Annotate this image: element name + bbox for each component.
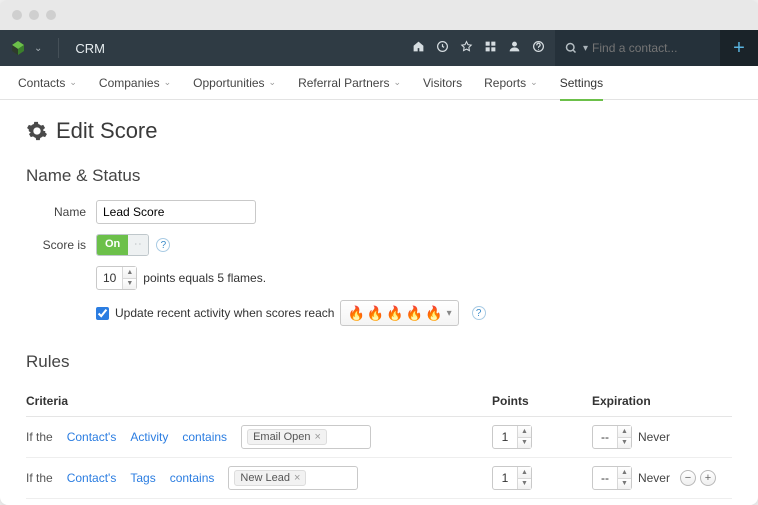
flame-icon: 🔥 bbox=[347, 306, 364, 320]
col-expiration: Expiration bbox=[592, 394, 732, 408]
rule-exp-spinner[interactable]: --▲▼ bbox=[592, 466, 632, 490]
gear-icon bbox=[26, 120, 48, 142]
score-is-label: Score is bbox=[26, 238, 96, 252]
nav-contacts[interactable]: Contacts⌄ bbox=[18, 66, 77, 100]
name-status-heading: Name & Status bbox=[26, 166, 732, 186]
remove-tag-icon[interactable]: × bbox=[294, 472, 300, 484]
window-titlebar bbox=[0, 0, 758, 30]
window-dot bbox=[29, 10, 39, 20]
name-label: Name bbox=[26, 205, 96, 219]
tag-chip: New Lead × bbox=[234, 470, 306, 486]
help-icon[interactable]: ? bbox=[472, 306, 486, 320]
toggle-on: On bbox=[97, 235, 128, 255]
rule-value-input[interactable]: Email Open × bbox=[241, 425, 371, 449]
chevron-down-icon: ⌄ bbox=[393, 77, 401, 88]
star-icon[interactable] bbox=[460, 40, 473, 56]
rule-points-spinner[interactable]: 1▲▼ bbox=[492, 466, 532, 490]
help-icon[interactable]: ? bbox=[156, 238, 170, 252]
points-equals-label: points equals 5 flames. bbox=[143, 271, 266, 285]
rule-row: If the Contact's Activity contains Email Ope… bbox=[26, 417, 732, 458]
nav-opportunities[interactable]: Opportunities⌄ bbox=[193, 66, 276, 100]
search-input[interactable] bbox=[592, 41, 702, 55]
spin-up-icon[interactable]: ▲ bbox=[618, 467, 631, 479]
flames-dropdown[interactable]: 🔥 🔥 🔥 🔥 🔥 ▾ bbox=[340, 300, 458, 326]
app-switcher-chevron-icon[interactable]: ⌄ bbox=[34, 43, 42, 54]
remove-tag-icon[interactable]: × bbox=[315, 431, 321, 443]
nav-visitors[interactable]: Visitors bbox=[423, 66, 462, 100]
add-button[interactable]: + bbox=[720, 30, 758, 66]
user-icon[interactable] bbox=[508, 40, 521, 56]
flame-icon: 🔥 bbox=[386, 306, 403, 320]
spin-down-icon[interactable]: ▼ bbox=[518, 438, 531, 449]
spin-down-icon[interactable]: ▼ bbox=[618, 438, 631, 449]
nav-settings[interactable]: Settings bbox=[560, 66, 603, 100]
update-recent-checkbox[interactable] bbox=[96, 307, 109, 320]
rule-exp-value[interactable]: -- bbox=[593, 426, 617, 448]
spin-up-icon[interactable]: ▲ bbox=[518, 467, 531, 479]
rules-heading: Rules bbox=[26, 352, 732, 372]
spin-down-icon[interactable]: ▼ bbox=[123, 279, 136, 290]
chevron-down-icon: ⌄ bbox=[164, 77, 172, 88]
chevron-down-icon: ⌄ bbox=[69, 77, 77, 88]
rule-subject-link[interactable]: Contact's bbox=[67, 430, 117, 444]
rule-points-spinner[interactable]: 1▲▼ bbox=[492, 425, 532, 449]
spin-down-icon[interactable]: ▼ bbox=[618, 479, 631, 490]
col-points: Points bbox=[492, 394, 592, 408]
spin-down-icon[interactable]: ▼ bbox=[518, 479, 531, 490]
apps-icon[interactable] bbox=[484, 40, 497, 56]
update-recent-label: Update recent activity when scores reach bbox=[115, 306, 334, 320]
flame-icon: 🔥 bbox=[425, 306, 442, 320]
divider bbox=[58, 38, 59, 58]
window-dot bbox=[12, 10, 22, 20]
points-spinner[interactable]: 10 ▲▼ bbox=[96, 266, 137, 290]
nav-companies[interactable]: Companies⌄ bbox=[99, 66, 171, 100]
window-dot bbox=[46, 10, 56, 20]
flame-icon: 🔥 bbox=[406, 306, 423, 320]
score-toggle[interactable]: On ∙∙ bbox=[96, 234, 149, 256]
toggle-off: ∙∙ bbox=[128, 235, 148, 255]
rule-operator-link[interactable]: contains bbox=[182, 430, 227, 444]
search-chevron-icon[interactable]: ▾ bbox=[583, 43, 588, 54]
rule-row: If theContact'sTagscontainsNew Lead ×1▲▼… bbox=[26, 458, 732, 499]
rule-points-value[interactable]: 1 bbox=[493, 467, 517, 489]
rule-value-input[interactable]: New Lead × bbox=[228, 466, 358, 490]
if-the-label: If the bbox=[26, 471, 53, 485]
topbar: ⌄ CRM ▾ + bbox=[0, 30, 758, 66]
nav-referral-partners[interactable]: Referral Partners⌄ bbox=[298, 66, 401, 100]
page-title: Edit Score bbox=[26, 118, 732, 144]
rule-field-link[interactable]: Activity bbox=[130, 430, 168, 444]
add-rule-button[interactable]: + bbox=[700, 470, 716, 486]
rule-exp-spinner[interactable]: --▲▼ bbox=[592, 425, 632, 449]
help-icon[interactable] bbox=[532, 40, 545, 56]
app-title: CRM bbox=[75, 41, 105, 56]
chevron-down-icon: ⌄ bbox=[530, 77, 538, 88]
rule-subject-link[interactable]: Contact's bbox=[67, 471, 117, 485]
app-logo-icon[interactable] bbox=[10, 40, 26, 56]
name-input[interactable] bbox=[96, 200, 256, 224]
nav-reports[interactable]: Reports⌄ bbox=[484, 66, 538, 100]
rule-exp-value[interactable]: -- bbox=[593, 467, 617, 489]
col-criteria: Criteria bbox=[26, 394, 492, 408]
recent-icon[interactable] bbox=[436, 40, 449, 56]
if-the-label: If the bbox=[26, 430, 53, 444]
search-icon bbox=[565, 42, 577, 54]
rule-operator-link[interactable]: contains bbox=[170, 471, 215, 485]
search-box[interactable]: ▾ bbox=[555, 30, 720, 66]
rule-points-value[interactable]: 1 bbox=[493, 426, 517, 448]
spin-up-icon[interactable]: ▲ bbox=[618, 426, 631, 438]
points-value[interactable]: 10 bbox=[97, 267, 122, 289]
home-icon[interactable] bbox=[412, 40, 425, 56]
rule-field-link[interactable]: Tags bbox=[130, 471, 155, 485]
flame-icon: 🔥 bbox=[367, 306, 384, 320]
rule-exp-unit: Never bbox=[638, 430, 670, 444]
chevron-down-icon: ▾ bbox=[447, 308, 452, 319]
rule-row: If theContact'sTagscontainsNew Customer … bbox=[26, 499, 732, 505]
spin-up-icon[interactable]: ▲ bbox=[518, 426, 531, 438]
spin-up-icon[interactable]: ▲ bbox=[123, 267, 136, 279]
rule-exp-unit: Never bbox=[638, 471, 670, 485]
tag-chip: Email Open × bbox=[247, 429, 327, 445]
main-nav: Contacts⌄ Companies⌄ Opportunities⌄ Refe… bbox=[0, 66, 758, 100]
remove-rule-button[interactable]: − bbox=[680, 470, 696, 486]
chevron-down-icon: ⌄ bbox=[269, 77, 277, 88]
